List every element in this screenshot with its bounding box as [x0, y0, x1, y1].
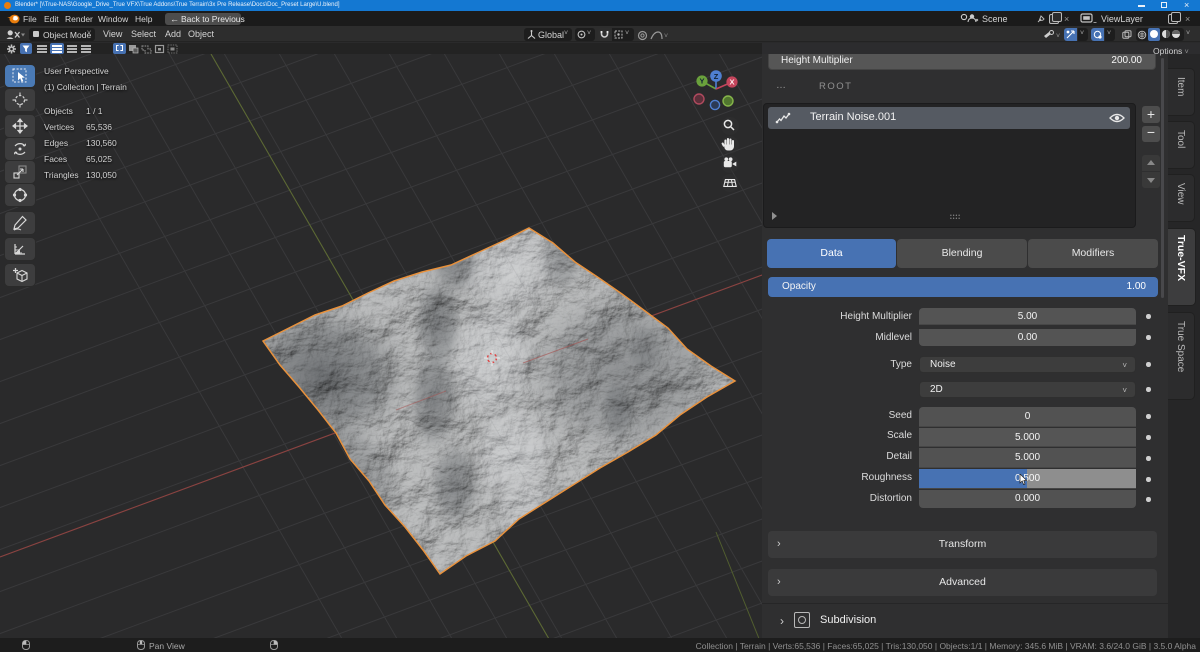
svg-text:Y: Y [699, 77, 704, 86]
svg-text:X: X [729, 78, 734, 87]
svg-text:˅: ˅ [1056, 33, 1060, 40]
svg-text:Z: Z [714, 72, 719, 81]
svg-text:˅: ˅ [664, 33, 668, 40]
